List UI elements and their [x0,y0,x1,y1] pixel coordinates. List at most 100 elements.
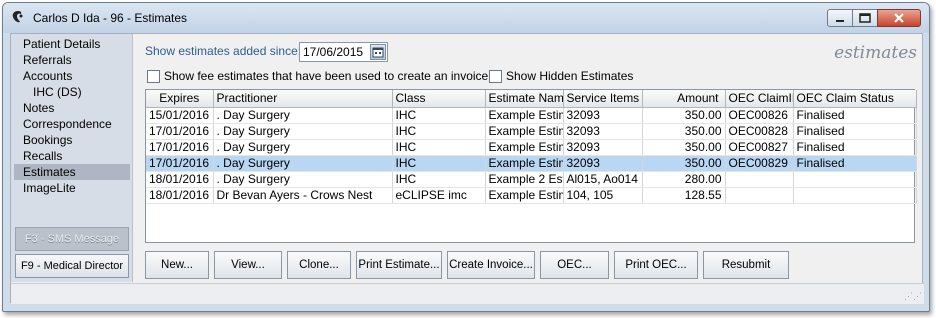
resubmit-oec-button[interactable]: Resubmit OEC... [703,251,789,297]
column-header-expires[interactable]: Expires [146,90,214,108]
sidebar-item-estimates[interactable]: Estimates [14,164,130,180]
estimates-table: Expires Practitioner Class Estimate Name… [145,89,917,243]
cell-oec-claim-status: Finalised [793,123,917,140]
cell-service-items: 32093 [563,139,643,156]
sidebar-item-recalls[interactable]: Recalls [14,148,130,164]
since-date-value: 17/06/2015 [303,45,364,59]
cell-class: IHC [392,107,486,124]
close-button[interactable] [877,9,921,27]
resize-grip-icon[interactable]: ⋰⋰ [904,291,922,302]
status-bar: ⋰⋰ [11,283,924,304]
cell-estimate-name: Example 2 Estin [485,171,564,188]
cell-oec-claim-id: OEC00828 [725,123,794,140]
since-label: Show estimates added since: [145,44,302,58]
new-button[interactable]: New... [145,251,209,279]
estimates-window: Carlos D Ida - 96 - Estimates Patient De… [2,2,930,312]
cell-oec-claim-id [725,187,794,204]
cell-amount: 128.55 [642,187,726,204]
sidebar-item-correspondence[interactable]: Correspondence [14,116,130,132]
cell-estimate-name: Example Estima [485,107,564,124]
sidebar: Patient Details Referrals Accounts IHC (… [11,34,133,282]
print-oec-button[interactable]: Print OEC... [614,251,698,279]
since-date-field[interactable]: 17/06/2015 [299,42,388,62]
cell-oec-claim-id: OEC00826 [725,107,794,124]
cell-service-items: 32093 [563,155,643,172]
cell-expires: 17/01/2016 [146,123,214,140]
calendar-button[interactable] [370,44,386,60]
minimize-icon [836,20,844,22]
hidden-estimates-label: Show Hidden Estimates [506,69,634,83]
column-header-practitioner[interactable]: Practitioner [213,90,393,108]
section-banner: estimates [834,43,917,63]
maximize-icon [859,13,871,23]
cell-practitioner: . Day Surgery [213,107,393,124]
column-header-oec-claim-id[interactable]: OEC ClaimID [725,90,794,108]
app-icon [12,11,23,23]
sms-message-button[interactable]: F3 - SMS Message [15,227,129,251]
cell-oec-claim-status: Finalised [793,107,917,124]
action-button-bar: New... View... Clone... Print Estimate..… [145,251,794,297]
print-estimate-button[interactable]: Print Estimate... [356,251,442,279]
cell-expires: 17/01/2016 [146,139,214,156]
cell-practitioner: . Day Surgery [213,123,393,140]
maximize-button[interactable] [852,9,878,27]
cell-amount: 280.00 [642,171,726,188]
sidebar-item-referrals[interactable]: Referrals [14,52,130,68]
column-header-amount[interactable]: Amount [642,90,726,108]
create-invoice-button[interactable]: Create Invoice... [447,251,535,279]
title-bar[interactable]: Carlos D Ida - 96 - Estimates [3,3,929,33]
cell-expires: 17/01/2016 [146,155,214,172]
clone-button[interactable]: Clone... [287,251,351,279]
table-header-row: Expires Practitioner Class Estimate Name… [146,90,917,108]
cell-service-items: 32093 [563,123,643,140]
cell-oec-claim-id: OEC00827 [725,139,794,156]
medical-director-button[interactable]: F9 - Medical Director [15,254,129,278]
estimates-panel: Show estimates added since: 17/06/2015 e… [134,34,923,297]
view-button[interactable]: View... [214,251,282,279]
cell-practitioner: . Day Surgery [213,139,393,156]
minimize-button[interactable] [827,9,853,27]
cell-practitioner: . Day Surgery [213,171,393,188]
cell-amount: 350.00 [642,155,726,172]
cell-estimate-name: Example Estima [485,187,564,204]
table-row[interactable]: 18/01/2016 . Day Surgery IHC Example 2 E… [146,171,917,188]
sidebar-item-ihc-ds[interactable]: IHC (DS) [14,84,130,100]
cell-amount: 350.00 [642,139,726,156]
cell-oec-claim-id: OEC00829 [725,155,794,172]
cell-class: IHC [392,139,486,156]
hidden-estimates-checkbox[interactable] [489,69,502,83]
sidebar-item-notes[interactable]: Notes [14,100,130,116]
sidebar-item-bookings[interactable]: Bookings [14,132,130,148]
cell-practitioner: . Day Surgery [213,155,393,172]
hidden-estimates-checkbox-row[interactable]: Show Hidden Estimates [489,69,633,83]
cell-service-items: Al015, Ao014 [563,171,643,188]
sidebar-item-patient-details[interactable]: Patient Details [14,36,130,52]
cell-class: IHC [392,123,486,140]
cell-oec-claim-status [793,171,917,188]
fee-estimates-checkbox-row[interactable]: Show fee estimates that have been used t… [147,69,488,83]
column-header-oec-claim-status[interactable]: OEC Claim Status [793,90,917,108]
oec-button[interactable]: OEC... [540,251,609,279]
cell-expires: 15/01/2016 [146,107,214,124]
column-header-class[interactable]: Class [392,90,486,108]
cell-oec-claim-status [793,187,917,204]
table-row[interactable]: 17/01/2016 . Day Surgery IHC Example Est… [146,123,917,140]
table-row[interactable]: 15/01/2016 . Day Surgery IHC Example Est… [146,107,917,124]
cell-oec-claim-status: Finalised [793,139,917,156]
cell-practitioner: Dr Bevan Ayers - Crows Nest [213,187,393,204]
calendar-icon [372,47,384,58]
fee-estimates-checkbox[interactable] [147,69,160,83]
table-row[interactable]: 18/01/2016 Dr Bevan Ayers - Crows Nest e… [146,187,917,204]
sidebar-item-imagelite[interactable]: ImageLite [14,180,130,196]
cell-expires: 18/01/2016 [146,187,214,204]
client-area: Patient Details Referrals Accounts IHC (… [10,33,924,304]
sidebar-item-accounts[interactable]: Accounts [14,68,130,84]
table-row-selected[interactable]: 17/01/2016 . Day Surgery IHC Example Est… [146,155,917,172]
column-header-service-items[interactable]: Service Items [563,90,643,108]
column-header-estimate-name[interactable]: Estimate Name [485,90,564,108]
cell-class: eCLIPSE imc [392,187,486,204]
cell-oec-claim-status: Finalised [793,155,917,172]
table-row[interactable]: 17/01/2016 . Day Surgery IHC Example Est… [146,139,917,156]
cell-estimate-name: Example Estima [485,123,564,140]
cell-oec-claim-id [725,171,794,188]
